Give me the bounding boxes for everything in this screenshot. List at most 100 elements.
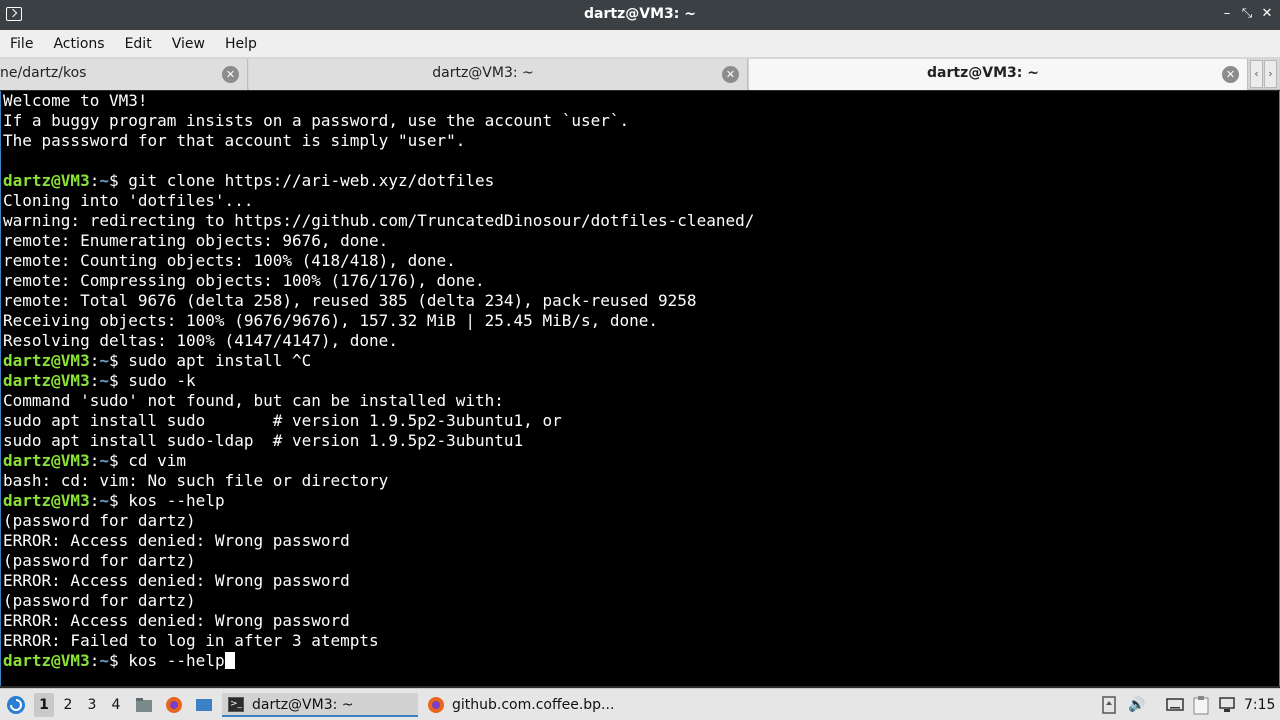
clipboard-icon[interactable] [1190, 693, 1212, 717]
task-label: github.com.coffee.bp... [452, 697, 615, 713]
task-terminal[interactable]: >_ dartz@VM3: ~ [222, 693, 418, 717]
tray-updates-icon[interactable] [1098, 693, 1120, 717]
tab-label: dartz@VM3: ~ [432, 65, 534, 81]
prompt-user: dartz@VM3 [3, 351, 90, 370]
tab-scroll-left-icon[interactable]: ‹ [1250, 60, 1263, 88]
volume-icon[interactable]: 🔊 [1126, 693, 1148, 717]
prompt-separator: : [89, 371, 100, 390]
menu-bar: File Actions Edit View Help [0, 30, 1280, 57]
workspace-2[interactable]: 2 [58, 693, 78, 717]
terminal-output-line: (password for dartz) [1, 591, 1279, 611]
prompt-path: ~ [99, 171, 109, 190]
firefox-icon[interactable] [164, 693, 186, 717]
text-cursor [224, 652, 235, 669]
terminal-command-line: dartz@VM3:~$ cd vim [1, 451, 1279, 471]
command-text: sudo apt install ^C [128, 351, 312, 370]
firefox-icon [426, 695, 446, 720]
terminal-output-line: remote: Enumerating objects: 9676, done. [1, 231, 1279, 251]
menu-file[interactable]: File [10, 36, 33, 52]
command-text: kos --help [128, 651, 225, 670]
terminal-output-line: warning: redirecting to https://github.c… [1, 211, 1279, 231]
output-text: sudo apt install sudo # version 1.9.5p2-… [3, 411, 562, 430]
terminal-output-line: remote: Compressing objects: 100% (176/1… [1, 271, 1279, 291]
minimize-icon[interactable]: – [1218, 5, 1236, 23]
show-desktop-icon[interactable] [194, 693, 216, 717]
terminal-output-line: Receiving objects: 100% (9676/9676), 157… [1, 311, 1279, 331]
menu-actions[interactable]: Actions [53, 36, 104, 52]
prompt-path: ~ [99, 651, 109, 670]
output-text: (password for dartz) [3, 511, 196, 530]
output-text: remote: Total 9676 (delta 258), reused 3… [3, 291, 697, 310]
prompt-separator: : [89, 451, 100, 470]
output-text: remote: Counting objects: 100% (418/418)… [3, 251, 456, 270]
terminal-output-line: (password for dartz) [1, 511, 1279, 531]
prompt-user: dartz@VM3 [3, 491, 90, 510]
start-menu-icon[interactable] [4, 693, 28, 717]
window-title: dartz@VM3: ~ [584, 6, 696, 22]
prompt-dollar: $ [108, 651, 129, 670]
terminal-output-line: If a buggy program insists on a password… [1, 111, 1279, 131]
terminal-output-line: ERROR: Access denied: Wrong password [1, 531, 1279, 551]
menu-help[interactable]: Help [225, 36, 257, 52]
tab-label: dartz@VM3: ~ [927, 65, 1039, 81]
prompt-dollar: $ [108, 451, 129, 470]
output-text: ERROR: Access denied: Wrong password [3, 531, 350, 550]
prompt-user: dartz@VM3 [3, 371, 90, 390]
prompt-user: dartz@VM3 [3, 651, 90, 670]
prompt-dollar: $ [108, 371, 129, 390]
terminal-command-line: dartz@VM3:~$ sudo -k [1, 371, 1279, 391]
output-text: The passsword for that account is simply… [3, 131, 466, 150]
tab-scroll-right-icon[interactable]: › [1264, 60, 1277, 88]
output-text: bash: cd: vim: No such file or directory [3, 471, 389, 490]
workspace-4[interactable]: 4 [106, 693, 126, 717]
output-text: (password for dartz) [3, 591, 196, 610]
terminal-output-line: sudo apt install sudo-ldap # version 1.9… [1, 431, 1279, 451]
terminal-output-line: ERROR: Access denied: Wrong password [1, 571, 1279, 591]
output-text: remote: Compressing objects: 100% (176/1… [3, 271, 485, 290]
terminal-command-line: dartz@VM3:~$ kos --help [1, 651, 1279, 671]
output-text: Welcome to VM3! [3, 91, 148, 110]
prompt-separator: : [89, 491, 100, 510]
close-icon[interactable]: ✕ [1258, 5, 1276, 23]
prompt-separator: : [89, 351, 100, 370]
command-text: kos --help [128, 491, 225, 510]
terminal-output-line: remote: Total 9676 (delta 258), reused 3… [1, 291, 1279, 311]
terminal-output-line: (password for dartz) [1, 551, 1279, 571]
output-text: Cloning into 'dotfiles'... [3, 191, 254, 210]
command-text: cd vim [128, 451, 187, 470]
output-text: ERROR: Failed to log in after 3 atempts [3, 631, 379, 650]
prompt-dollar: $ [108, 491, 129, 510]
clock[interactable]: 7:15 [1244, 693, 1275, 717]
maximize-icon[interactable]: ⤡ [1238, 5, 1256, 23]
terminal-output-line: ERROR: Failed to log in after 3 atempts [1, 631, 1279, 651]
file-manager-icon[interactable] [134, 693, 156, 717]
tab-1[interactable]: ne/dartz/kos ✕ [0, 59, 248, 90]
prompt-path: ~ [99, 351, 109, 370]
tab-2[interactable]: dartz@VM3: ~ ✕ [249, 59, 748, 90]
output-text: Resolving deltas: 100% (4147/4147), done… [3, 331, 398, 350]
workspace-3[interactable]: 3 [82, 693, 102, 717]
menu-edit[interactable]: Edit [125, 36, 152, 52]
output-text: warning: redirecting to https://github.c… [3, 211, 755, 230]
output-text: Command 'sudo' not found, but can be ins… [3, 391, 504, 410]
terminal-output[interactable]: Welcome to VM3! If a buggy program insist… [0, 91, 1280, 686]
title-bar: dartz@VM3: ~ – ⤡ ✕ [0, 0, 1280, 30]
tab-close-icon[interactable]: ✕ [222, 66, 239, 83]
prompt-dollar: $ [108, 351, 129, 370]
terminal-command-line: dartz@VM3:~$ git clone https://ari-web.x… [1, 171, 1279, 191]
prompt-dollar: $ [108, 171, 129, 190]
task-firefox[interactable]: github.com.coffee.bp... [422, 693, 618, 717]
tab-3-active[interactable]: dartz@VM3: ~ ✕ [749, 59, 1248, 90]
terminal-command-line: dartz@VM3:~$ kos --help [1, 491, 1279, 511]
menu-view[interactable]: View [172, 36, 205, 52]
tab-close-icon[interactable]: ✕ [1222, 66, 1239, 83]
workspace-1[interactable]: 1 [34, 693, 54, 717]
output-text: Receiving objects: 100% (9676/9676), 157… [3, 311, 659, 330]
prompt-user: dartz@VM3 [3, 451, 90, 470]
output-text: ERROR: Access denied: Wrong password [3, 611, 350, 630]
terminal-output-line: ERROR: Access denied: Wrong password [1, 611, 1279, 631]
network-icon[interactable] [1216, 693, 1238, 717]
tab-close-icon[interactable]: ✕ [722, 66, 739, 83]
keyboard-icon[interactable] [1164, 693, 1186, 717]
prompt-separator: : [89, 651, 100, 670]
